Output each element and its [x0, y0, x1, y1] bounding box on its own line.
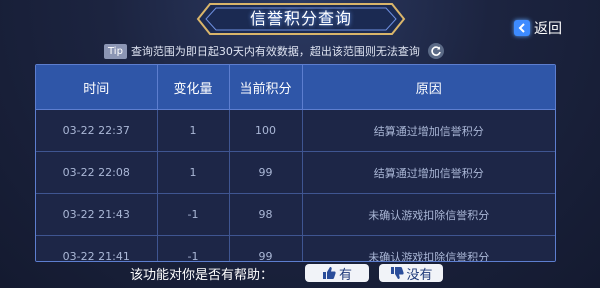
- refresh-icon[interactable]: [427, 43, 444, 59]
- thumbs-up-icon: [323, 267, 336, 279]
- cell-score: 98: [229, 193, 303, 236]
- page-title: 信誉积分查询: [249, 9, 352, 28]
- table-header-row: 时间 变化量 当前积分 原因: [36, 65, 555, 110]
- score-table: 时间 变化量 当前积分 原因 03-22 22:37 1 100 结算通过增加信…: [35, 64, 556, 262]
- cell-score: 100: [229, 109, 303, 152]
- cell-change: -1: [157, 193, 230, 236]
- col-header-change: 变化量: [157, 65, 230, 110]
- cell-reason: 结算通过增加信誉积分: [302, 109, 555, 152]
- col-header-reason: 原因: [302, 65, 555, 110]
- feedback-yes-button[interactable]: 有: [305, 264, 370, 283]
- thumbs-down-icon: [390, 267, 404, 279]
- feedback-bar: 该功能对你是否有帮助： 有 没有: [130, 262, 453, 284]
- col-header-time: 时间: [36, 65, 158, 110]
- col-header-score: 当前积分: [229, 65, 303, 110]
- cell-time: 03-22 21:43: [36, 193, 158, 236]
- cell-time: 03-22 22:37: [36, 109, 158, 152]
- back-button[interactable]: 返回: [514, 18, 562, 38]
- cell-time: 03-22 21:41: [36, 235, 158, 261]
- table-row: 03-22 22:08 1 99 结算通过增加信誉积分: [36, 151, 555, 194]
- tip-text: 查询范围为即日起30天内有效数据，超出该范围则无法查询: [130, 45, 420, 58]
- feedback-no-button[interactable]: 没有: [379, 264, 444, 283]
- title-plaque: 信誉积分查询: [196, 2, 406, 38]
- cell-change: 1: [157, 151, 230, 194]
- cell-change: 1: [157, 109, 230, 152]
- tip-row: Tip 查询范围为即日起30天内有效数据，超出该范围则无法查询: [104, 41, 444, 61]
- feedback-yes-label: 有: [339, 267, 353, 283]
- cell-score: 99: [229, 151, 303, 194]
- tip-badge: Tip: [104, 43, 127, 59]
- cell-reason: 未确认游戏扣除信誉积分: [302, 193, 555, 236]
- cell-reason: 结算通过增加信誉积分: [302, 151, 555, 194]
- table-row: 03-22 21:43 -1 98 未确认游戏扣除信誉积分: [36, 193, 555, 236]
- feedback-no-label: 没有: [406, 267, 433, 283]
- cell-score: 99: [229, 235, 303, 261]
- back-label: 返回: [534, 21, 562, 37]
- feedback-question: 该功能对你是否有帮助：: [130, 267, 274, 283]
- table-row: 03-22 22:37 1 100 结算通过增加信誉积分: [36, 109, 555, 152]
- cell-reason: 未确认游戏扣除信誉积分: [302, 235, 555, 261]
- cell-change: -1: [157, 235, 230, 261]
- cell-time: 03-22 22:08: [36, 151, 158, 194]
- chevron-left-icon: [514, 20, 530, 36]
- table-row: 03-22 21:41 -1 99 未确认游戏扣除信誉积分: [36, 235, 555, 261]
